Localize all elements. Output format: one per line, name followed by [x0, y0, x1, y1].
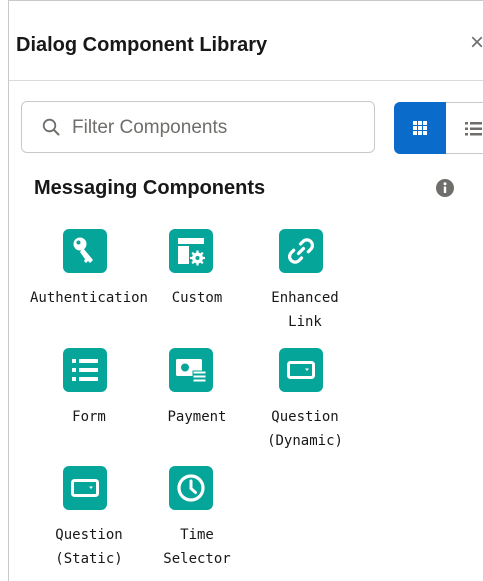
component-label: Enhanced Link [271, 290, 339, 330]
search-icon [42, 118, 60, 136]
link-icon [279, 229, 323, 273]
panel-header: Dialog Component Library × [9, 1, 483, 81]
close-button[interactable]: × [465, 29, 483, 57]
component-label: Form [72, 409, 106, 425]
component-question-dynamic[interactable]: Question (Dynamic) [245, 348, 365, 458]
form-list-icon [63, 348, 107, 392]
component-label: Payment [167, 409, 227, 425]
component-payment[interactable]: Payment [137, 348, 257, 438]
key-icon [63, 229, 107, 273]
payment-icon [169, 348, 213, 392]
grid-view-button[interactable] [394, 102, 446, 154]
custom-layout-icon [169, 229, 213, 273]
component-custom[interactable]: Custom [137, 229, 257, 319]
info-icon[interactable] [435, 178, 455, 198]
component-enhanced-link[interactable]: Enhanced Link [245, 229, 365, 339]
component-form[interactable]: Form [29, 348, 149, 438]
clock-icon [169, 466, 213, 510]
list-view-icon [465, 122, 482, 136]
component-question-static[interactable]: Question (Static) [29, 466, 149, 576]
section-title: Messaging Components [34, 177, 266, 199]
dropdown-icon [279, 348, 323, 392]
component-authentication[interactable]: Authentication [29, 229, 149, 319]
component-time-selector[interactable]: Time Selector [137, 466, 257, 576]
grid-view-icon [413, 121, 427, 135]
component-label: Time Selector [163, 527, 231, 567]
component-label: Authentication [29, 290, 148, 306]
panel-title: Dialog Component Library [16, 34, 268, 56]
component-label: Custom [171, 290, 223, 306]
component-label: Question (Static) [55, 527, 123, 567]
component-library-panel: Dialog Component Library × Messaging Co [8, 0, 483, 581]
search-input[interactable] [72, 114, 362, 142]
list-view-button[interactable] [446, 102, 483, 154]
component-label: Question (Dynamic) [267, 409, 343, 449]
search-box [21, 101, 375, 153]
dropdown-icon [63, 466, 107, 510]
